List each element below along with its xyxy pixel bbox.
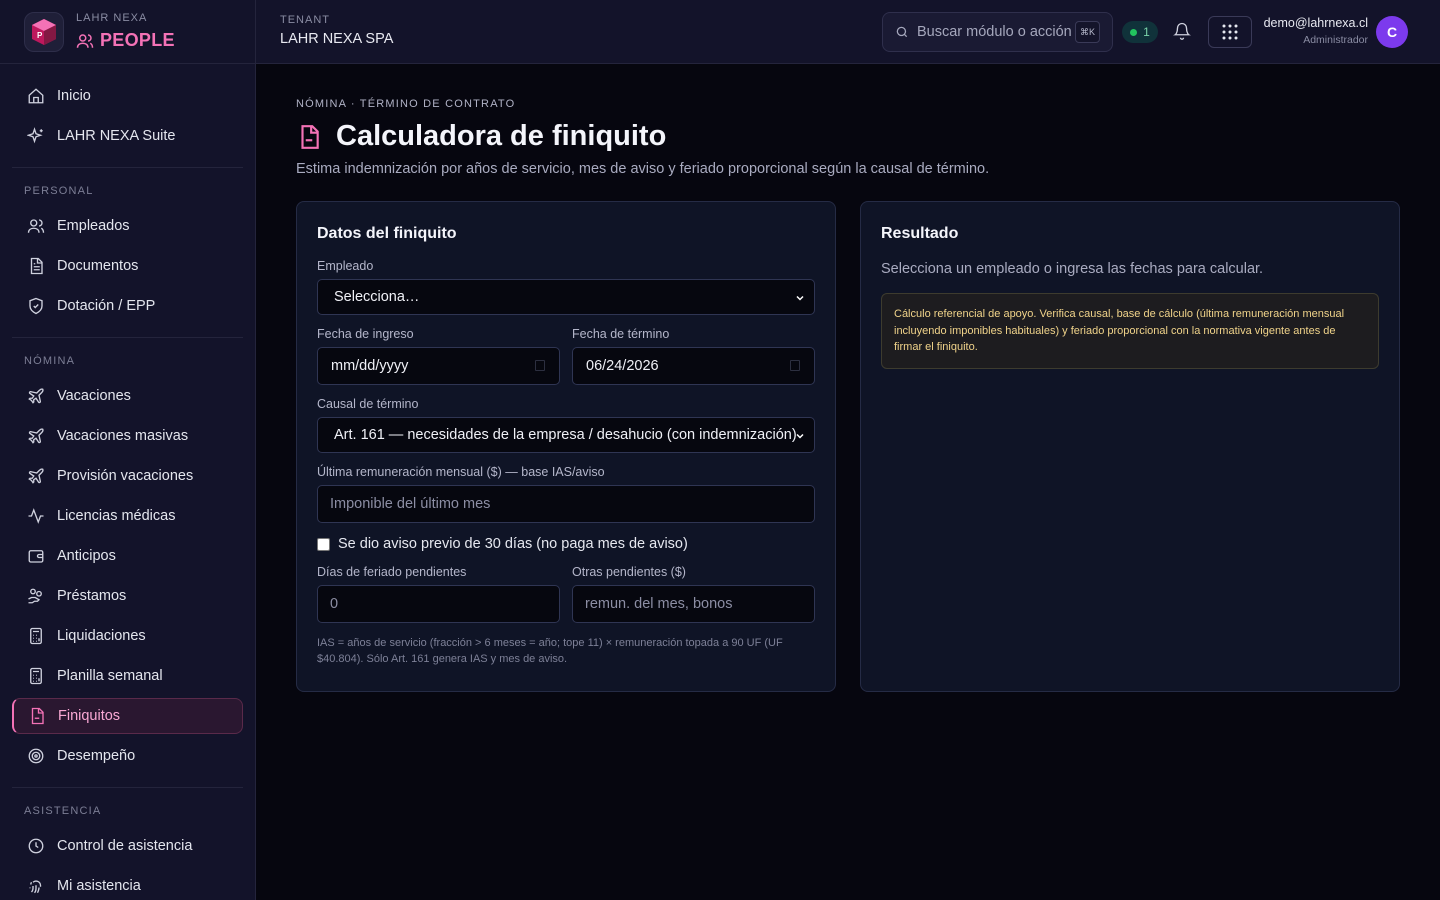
disclaimer-note: Cálculo referencial de apoyo. Verifica c… (881, 293, 1379, 369)
nav-section-nomina: NÓMINA (24, 355, 76, 367)
plane-icon (28, 388, 44, 404)
file-minus-icon (301, 124, 319, 149)
search-placeholder: Buscar módulo o acción (917, 24, 1072, 40)
search-input[interactable]: Buscar módulo o acción ⌘K (882, 12, 1113, 52)
bell-icon[interactable] (1173, 22, 1191, 45)
page-header: Calculadora de finiquito (296, 120, 1400, 153)
aviso-previo-label: Se dio aviso previo de 30 días (no paga … (338, 536, 688, 552)
breadcrumb: NÓMINA · TÉRMINO DE CONTRATO (296, 98, 516, 110)
page-subtitle: Estima indemnización por años de servici… (296, 161, 990, 177)
calendar-icon[interactable] (790, 360, 800, 371)
fingerprint-icon (29, 880, 42, 894)
hand-coins-icon (28, 588, 42, 604)
sidebar-item-control-asistencia[interactable]: Control de asistencia (12, 828, 243, 864)
fecha-ingreso-input[interactable]: mm/dd/yyyy (317, 347, 560, 385)
topbar: TENANT LAHR NEXA SPA Buscar módulo o acc… (256, 0, 1440, 64)
svg-text:P: P (37, 31, 43, 40)
empleado-select[interactable]: Selecciona… (317, 279, 815, 315)
sidebar-item-finiquitos[interactable]: Finiquitos (12, 698, 243, 734)
form-title: Datos del finiquito (317, 225, 457, 242)
resultado-empty-text: Selecciona un empleado o ingresa las fec… (881, 261, 1264, 277)
empleado-label: Empleado (317, 259, 374, 273)
otras-label: Otras pendientes ($) (572, 565, 686, 579)
fecha-termino-label: Fecha de término (572, 327, 670, 341)
nav-section-asistencia: ASISTENCIA (24, 805, 102, 817)
sparkles-icon (27, 127, 43, 144)
feriado-input[interactable]: 0 (317, 585, 560, 623)
divider (12, 167, 243, 168)
nav-section-personal: PERSONAL (24, 185, 94, 197)
home-icon (28, 88, 44, 104)
sidebar-item-suite[interactable]: LAHR NEXA Suite (12, 118, 243, 154)
brand[interactable]: P LAHR NEXA PEOPLE (0, 0, 255, 64)
sidebar-nav: Inicio LAHR NEXA Suite PERSONAL Empleado… (0, 64, 255, 900)
grid-icon (1222, 24, 1238, 40)
sidebar-item-vacaciones[interactable]: Vacaciones (12, 378, 243, 414)
sidebar-item-desempeno[interactable]: Desempeño (12, 738, 243, 774)
search-icon (896, 26, 908, 38)
feriado-label: Días de feriado pendientes (317, 565, 467, 579)
fecha-termino-input[interactable]: 06/24/2026 (572, 347, 815, 385)
aviso-previo-checkbox[interactable] (317, 537, 330, 551)
causal-select[interactable]: Art. 161 — necesidades de la empresa / d… (317, 417, 815, 453)
activity-icon (28, 508, 44, 524)
user-menu[interactable]: demo@lahrnexa.cl Administrador (1264, 16, 1368, 46)
calculator-icon (30, 627, 42, 645)
sidebar-item-empleados[interactable]: Empleados (12, 208, 243, 244)
causal-label: Causal de término (317, 397, 419, 411)
sidebar-item-anticipos[interactable]: Anticipos (12, 538, 243, 574)
calendar-icon[interactable] (535, 360, 545, 371)
chevron-down-icon (796, 433, 804, 439)
sidebar-item-vacaciones-masivas[interactable]: Vacaciones masivas (12, 418, 243, 454)
calculator-icon (30, 667, 42, 685)
file-text-icon (30, 257, 43, 275)
user-email: demo@lahrnexa.cl (1263, 16, 1368, 30)
wallet-icon (28, 550, 44, 563)
sidebar-item-inicio[interactable]: Inicio (12, 78, 243, 114)
brand-name: PEOPLE (76, 30, 175, 51)
remuneracion-label: Última remuneración mensual ($) — base I… (317, 465, 605, 479)
divider (12, 337, 243, 338)
shield-icon (29, 297, 43, 315)
sidebar-item-licencias[interactable]: Licencias médicas (12, 498, 243, 534)
remuneracion-input[interactable]: Imponible del último mes (317, 485, 815, 523)
avatar[interactable]: C (1376, 16, 1408, 48)
clock-icon (28, 838, 44, 854)
sidebar-item-planilla-semanal[interactable]: Planilla semanal (12, 658, 243, 694)
tenant-name: LAHR NEXA SPA (280, 31, 394, 47)
sidebar: P LAHR NEXA PEOPLE Inicio LAHR NEXA Suit… (0, 0, 256, 900)
page-title: Calculadora de finiquito (336, 120, 667, 152)
resultado-card: Resultado Selecciona un empleado o ingre… (860, 201, 1400, 692)
aviso-previo-row: Se dio aviso previo de 30 días (no paga … (317, 536, 815, 552)
sidebar-item-liquidaciones[interactable]: Liquidaciones (12, 618, 243, 654)
otras-input[interactable]: remun. del mes, bonos (572, 585, 815, 623)
file-minus-icon (31, 707, 44, 725)
ias-hint: IAS = años de servicio (fracción > 6 mes… (317, 637, 783, 665)
chevron-down-icon (796, 295, 804, 301)
plane-icon (28, 428, 44, 444)
main-content: NÓMINA · TÉRMINO DE CONTRATO Calculadora… (296, 64, 1400, 692)
status-badge[interactable]: 1 (1122, 21, 1158, 43)
sidebar-item-documentos[interactable]: Documentos (12, 248, 243, 284)
users-icon (27, 219, 45, 233)
tenant: TENANT LAHR NEXA SPA (280, 14, 393, 47)
brand-sub: LAHR NEXA (76, 12, 148, 24)
fecha-ingreso-label: Fecha de ingreso (317, 327, 414, 341)
sidebar-item-prestamos[interactable]: Préstamos (12, 578, 243, 614)
user-role: Administrador (1303, 34, 1368, 46)
plane-icon (28, 468, 44, 484)
sidebar-item-dotacion[interactable]: Dotación / EPP (12, 288, 243, 324)
sidebar-item-mi-asistencia[interactable]: Mi asistencia (12, 868, 243, 900)
search-shortcut: ⌘K (1074, 21, 1100, 43)
brand-logo-icon: P (24, 11, 64, 52)
resultado-title: Resultado (881, 225, 959, 242)
tenant-label: TENANT (280, 14, 330, 26)
target-icon (28, 748, 44, 764)
divider (12, 787, 243, 788)
users-icon (76, 33, 94, 48)
sidebar-item-provision-vacaciones[interactable]: Provisión vacaciones (12, 458, 243, 494)
finiquito-form-card: Datos del finiquito Empleado Selecciona…… (296, 201, 836, 692)
status-dot-icon (1130, 28, 1138, 36)
apps-grid-button[interactable] (1208, 16, 1252, 48)
